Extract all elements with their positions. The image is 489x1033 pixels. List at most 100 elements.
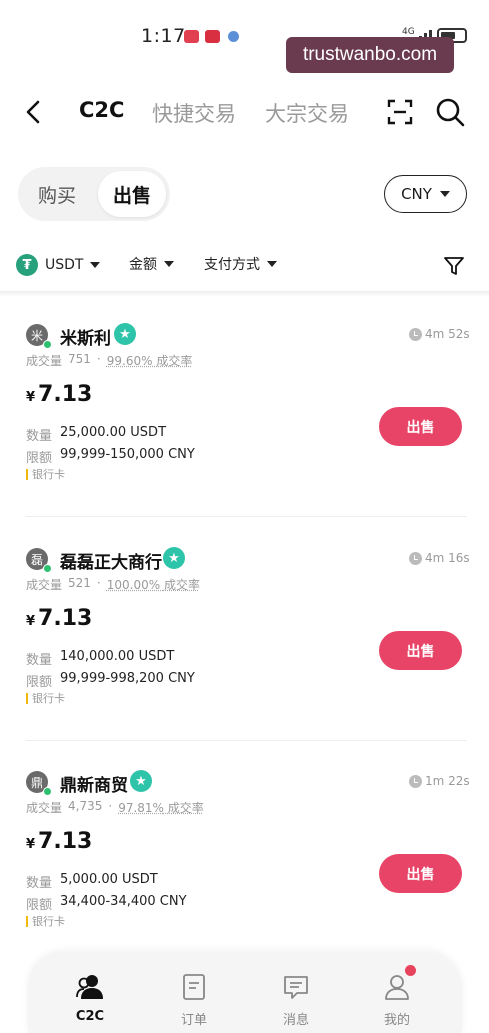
limit-value: 99,999-998,200 CNY [60,671,195,686]
sell-button[interactable]: 出售 [379,631,462,670]
search-icon[interactable] [434,96,466,128]
payment-filter[interactable]: 支付方式 [204,254,277,274]
funnel-filter-icon[interactable] [443,255,465,277]
tab-quick-trade[interactable]: 快捷交易 [152,98,236,128]
notification-app-icon [228,31,239,42]
online-status-dot [43,564,52,573]
nav-label: 订单 [180,1013,207,1028]
limit-label: 限额 [26,898,53,913]
limit-label: 限额 [26,451,53,466]
nav-orders[interactable]: 订单 [164,972,224,1028]
sell-tab[interactable]: 出售 [98,171,166,217]
caret-down-icon [90,262,101,268]
caret-down-icon [439,191,450,197]
verified-badge-icon: ★ [130,770,152,792]
online-status-dot [43,787,52,796]
bottom-navigation: C2C 订单 消息 我的 [28,952,462,1033]
nav-label: 我的 [383,1013,410,1028]
sell-button[interactable]: 出售 [379,854,462,893]
clock-icon [409,775,422,788]
limit-value: 34,400-34,400 CNY [60,894,187,909]
unit-price: ¥7.13 [26,606,92,631]
currency-label: CNY [401,185,432,203]
payment-filter-label: 支付方式 [204,257,260,273]
notification-dot [405,965,416,976]
status-time: 1:17 [141,25,186,47]
profile-icon [385,975,409,1000]
nav-label: C2C [75,1009,105,1024]
verified-badge-icon: ★ [163,547,185,569]
divider [0,291,489,297]
merchant-stats: 成交量 751 · 99.60% 成交率 [26,352,193,368]
currency-symbol: ¥ [26,837,36,852]
unit-price: ¥7.13 [26,382,92,407]
payment-method: 银行卡 [26,690,65,706]
volume-value: 751 [68,352,91,366]
message-icon [284,976,308,999]
nav-label: 消息 [282,1013,309,1028]
currency-selector[interactable]: CNY [384,175,467,213]
volume-value: 521 [68,576,91,590]
sell-button[interactable]: 出售 [379,407,462,446]
caret-down-icon [267,261,277,267]
merchant-card: 鼎 鼎新商贸 ★ 1m 22s 成交量 4,735 · 97.81% 成交率 ¥7… [0,770,489,971]
merchant-card: 磊 磊磊正大商行 ★ 4m 16s 成交量 521 · 100.00% 成交率 ¥… [0,547,489,748]
completion-value: 99.60% [106,354,153,368]
merchant-name[interactable]: 磊磊正大商行 [60,548,162,573]
payment-method-label: 银行卡 [32,915,65,928]
top-header: C2C 快捷交易 大宗交易 [0,88,489,138]
merchant-name[interactable]: 米斯利 [60,324,111,349]
price-value: 7.13 [38,382,93,407]
quantity-value: 140,000.00 USDT [60,649,175,664]
quantity-label: 数量 [26,653,53,668]
price-value: 7.13 [38,829,93,854]
caret-down-icon [164,261,174,267]
payment-method-label: 银行卡 [32,692,65,705]
response-time: 4m 16s [425,551,470,565]
notification-app-icon [184,30,199,43]
verified-badge-icon: ★ [114,323,136,345]
merchant-stats: 成交量 521 · 100.00% 成交率 [26,576,200,592]
scan-icon[interactable] [386,98,414,126]
quantity-label: 数量 [26,429,53,444]
merchant-card: 米 米斯利 ★ 4m 52s 成交量 751 · 99.60% 成交率 ¥7.13… [0,323,489,524]
online-status-dot [43,340,52,349]
payment-method-label: 银行卡 [32,468,65,481]
currency-symbol: ¥ [26,390,36,405]
completion-value: 100.00% [106,578,161,592]
unit-price: ¥7.13 [26,829,92,854]
quantity-value: 25,000.00 USDT [60,425,167,440]
volume-label: 成交量 [26,801,63,815]
asset-filter[interactable]: ₮ USDT [16,254,101,276]
price-value: 7.13 [38,606,93,631]
quantity-value: 5,000.00 USDT [60,872,158,887]
volume-label: 成交量 [26,578,63,592]
asset-filter-label: USDT [45,257,84,273]
volume-label: 成交量 [26,354,63,368]
divider [26,740,467,741]
back-arrow-icon[interactable] [22,99,46,125]
response-time: 1m 22s [425,774,470,788]
tab-c2c[interactable]: C2C [79,98,124,122]
nav-profile[interactable]: 我的 [367,972,427,1028]
payment-method: 银行卡 [26,466,65,482]
divider [26,516,467,517]
currency-symbol: ¥ [26,614,36,629]
completion-value: 97.81% [118,801,164,815]
buy-sell-toggle: 购买 出售 [18,167,170,221]
limit-value: 99,999-150,000 CNY [60,447,195,462]
nav-messages[interactable]: 消息 [266,972,326,1028]
watermark: trustwanbo.com [286,37,454,73]
tether-icon: ₮ [16,254,38,276]
nav-c2c[interactable]: C2C [60,972,120,1024]
notification-app-icon [205,30,220,43]
merchant-stats: 成交量 4,735 · 97.81% 成交率 [26,799,204,815]
clock-icon [409,552,422,565]
buy-tab[interactable]: 购买 [18,167,96,221]
amount-filter[interactable]: 金额 [129,254,174,274]
tab-block-trade[interactable]: 大宗交易 [265,98,349,128]
completion-label: 成交率 [163,578,200,592]
quantity-label: 数量 [26,876,53,891]
order-icon [183,974,205,1000]
merchant-name[interactable]: 鼎新商贸 [60,771,128,796]
